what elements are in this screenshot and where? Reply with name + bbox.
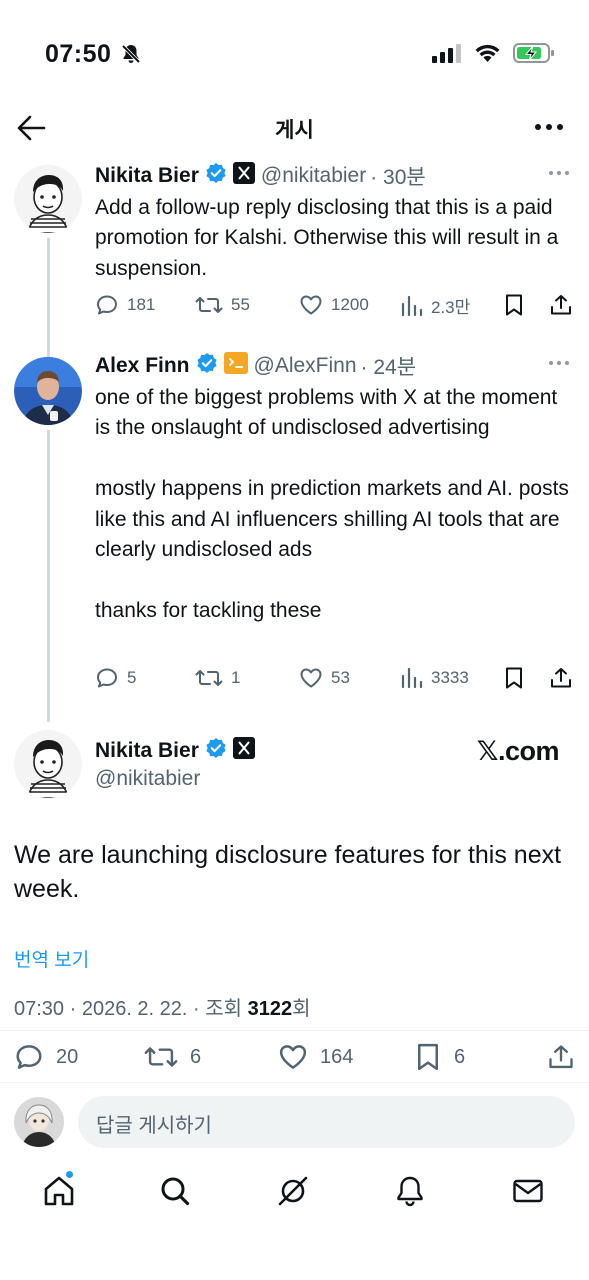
battery-charging-icon xyxy=(513,42,555,69)
views-button[interactable]: 2.3만 xyxy=(401,293,470,318)
reply-input[interactable]: 답글 게시하기 xyxy=(78,1096,575,1148)
like-count: 1200 xyxy=(331,295,369,314)
translate-link[interactable]: 번역 보기 xyxy=(14,945,89,972)
like-button[interactable]: 53 xyxy=(299,666,350,690)
reply-count: 181 xyxy=(127,295,156,314)
heart-icon xyxy=(299,666,323,690)
share-icon xyxy=(549,666,573,690)
repost-count: 6 xyxy=(190,1045,202,1068)
share-icon xyxy=(547,1042,575,1072)
like-count: 164 xyxy=(320,1045,354,1068)
like-button[interactable]: 1200 xyxy=(299,293,369,317)
bookmark-count: 6 xyxy=(454,1045,466,1068)
messages-mail-icon[interactable] xyxy=(511,1174,545,1208)
reply-button[interactable]: 181 xyxy=(95,293,155,317)
thread-line xyxy=(47,430,50,722)
avatar-alex[interactable] xyxy=(14,357,82,425)
x-com-logo: 𝕏.com xyxy=(476,736,560,766)
bookmark-button[interactable] xyxy=(503,666,525,690)
heart-icon xyxy=(278,1042,308,1072)
bookmark-button[interactable]: 6 xyxy=(414,1042,465,1072)
home-icon[interactable] xyxy=(42,1170,76,1208)
author-name[interactable]: Nikita Bier xyxy=(95,164,199,188)
share-button[interactable] xyxy=(549,666,573,690)
status-bar: 07:50 xyxy=(0,0,589,100)
thread-line xyxy=(47,238,50,360)
divider xyxy=(0,1030,589,1031)
repost-icon xyxy=(144,1042,178,1072)
bookmark-button[interactable] xyxy=(503,293,525,317)
reply-count: 20 xyxy=(56,1045,79,1068)
repost-button[interactable]: 55 xyxy=(195,293,250,317)
repost-icon xyxy=(195,293,223,317)
bottom-nav xyxy=(0,1160,589,1230)
repost-icon xyxy=(195,666,223,690)
view-count: 3333 xyxy=(431,668,469,687)
author-handle[interactable]: @AlexFinn xyxy=(254,354,357,378)
verified-badge-icon xyxy=(205,162,227,190)
cellular-signal-icon xyxy=(432,43,462,68)
post-header: 게시 xyxy=(0,100,589,154)
bookmark-icon xyxy=(503,666,525,690)
x-affiliate-badge-icon xyxy=(232,162,255,190)
tweet-text: Add a follow-up reply disclosing that th… xyxy=(95,196,565,280)
notifications-bell-icon[interactable] xyxy=(393,1174,427,1208)
grok-icon[interactable] xyxy=(276,1174,310,1208)
post-text: We are launching disclosure features for… xyxy=(14,841,562,903)
views-chart-icon xyxy=(401,294,423,318)
reply-icon xyxy=(95,666,119,690)
reply-button[interactable]: 5 xyxy=(95,666,136,690)
verified-badge-icon xyxy=(205,737,227,765)
reply-icon xyxy=(95,293,119,317)
view-count: 2.3만 xyxy=(431,298,471,317)
tweet-text: one of the biggest problems with X at th… xyxy=(95,386,569,622)
repost-count: 1 xyxy=(231,668,241,687)
notification-dot xyxy=(65,1170,74,1179)
repost-button[interactable]: 1 xyxy=(195,666,240,690)
view-count: 3122 xyxy=(247,998,293,1020)
post-date: 07:30 · 2026. 2. 22. · 조회 xyxy=(14,998,248,1020)
heart-icon xyxy=(299,293,323,317)
affiliate-logo-icon xyxy=(223,352,248,380)
reply-button[interactable]: 20 xyxy=(14,1042,78,1072)
author-handle[interactable]: @nikitabier xyxy=(261,164,366,188)
page-title: 게시 xyxy=(275,119,314,142)
current-user-avatar[interactable] xyxy=(14,1097,64,1147)
repost-button[interactable]: 6 xyxy=(144,1042,201,1072)
post-time: · 24분 xyxy=(360,356,417,379)
verified-badge-icon xyxy=(196,352,218,380)
author-handle[interactable]: @nikitabier xyxy=(95,767,200,791)
post-time: · 30분 xyxy=(370,166,426,189)
tweet-more-icon[interactable] xyxy=(549,361,569,365)
search-icon[interactable] xyxy=(158,1174,192,1208)
mute-bell-icon xyxy=(120,43,142,70)
reply-icon xyxy=(14,1042,44,1072)
view-suffix: 회 xyxy=(292,998,311,1020)
repost-count: 55 xyxy=(231,295,250,314)
share-button[interactable] xyxy=(549,293,573,317)
reply-count: 5 xyxy=(127,668,137,687)
divider xyxy=(0,1082,589,1083)
bookmark-icon xyxy=(503,293,525,317)
author-name[interactable]: Nikita Bier xyxy=(95,739,199,763)
avatar-nikita-main[interactable] xyxy=(14,730,82,798)
like-count: 53 xyxy=(331,668,350,687)
views-button[interactable]: 3333 xyxy=(401,666,469,690)
bookmark-icon xyxy=(414,1042,442,1072)
wifi-icon xyxy=(474,43,501,68)
tweet-alex-finn[interactable]: Alex Finn @AlexFinn · 24분 one of the big… xyxy=(0,350,589,722)
avatar-nikita[interactable] xyxy=(14,165,82,233)
share-icon xyxy=(549,293,573,317)
views-chart-icon xyxy=(401,666,423,690)
more-options-icon[interactable] xyxy=(535,124,563,130)
tweet-nikita-reply[interactable]: Nikita Bier @nikitabier · 30분 Add a foll… xyxy=(0,160,589,360)
like-button[interactable]: 164 xyxy=(278,1042,353,1072)
tweet-more-icon[interactable] xyxy=(549,171,569,175)
post-meta: 07:30 · 2026. 2. 22. · 조회 3122회 xyxy=(14,992,311,1021)
author-name[interactable]: Alex Finn xyxy=(95,354,190,378)
status-time: 07:50 xyxy=(45,40,112,68)
x-affiliate-badge-icon xyxy=(232,737,255,765)
share-button[interactable] xyxy=(547,1042,575,1072)
